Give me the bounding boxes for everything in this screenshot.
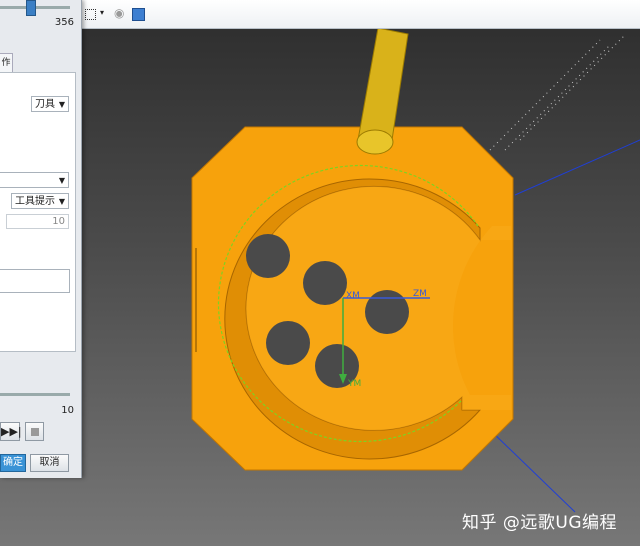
chevron-down-icon: ▼	[58, 197, 65, 206]
tool-display-value: 刀具	[35, 99, 55, 110]
text-field[interactable]	[0, 269, 70, 293]
display-mode-dropdown[interactable]: ▼	[0, 172, 69, 188]
cancel-button[interactable]: 取消	[30, 454, 69, 472]
chevron-down-icon[interactable]: ▾	[100, 8, 114, 22]
tooltip-value: 工具提示	[15, 196, 55, 207]
zm-label: ZM	[413, 289, 427, 299]
tool-display-dropdown[interactable]: 刀具 ▼	[31, 96, 69, 112]
selection-box-icon[interactable]	[85, 9, 96, 20]
playback-speed-value: 10	[61, 405, 74, 416]
eye-icon[interactable]: ◉	[114, 6, 128, 20]
view-toolbar: ▾ ◉	[80, 0, 640, 29]
fast-forward-button[interactable]: ▶▶|	[0, 422, 22, 441]
cube-icon[interactable]	[132, 8, 145, 21]
slider-thumb[interactable]	[26, 0, 36, 16]
ym-label: YM	[348, 379, 362, 389]
graphics-viewport[interactable]: XM ZM YM 知乎 @远歌UG编程	[0, 0, 640, 546]
simulation-dialog: 356 作 刀具 ▼ ▼ 工具提示 ▼ 10 10 ▶▶| 确定 取消	[0, 0, 82, 478]
options-group: 刀具 ▼ ▼ 工具提示 ▼ 10	[0, 72, 76, 352]
watermark-text: 知乎 @远歌UG编程	[462, 513, 618, 533]
tooltip-dropdown[interactable]: 工具提示 ▼	[11, 193, 69, 209]
tab-settings[interactable]: 作	[0, 53, 13, 73]
stop-icon	[30, 428, 39, 436]
stop-button[interactable]	[25, 422, 44, 441]
machining-scene	[191, 27, 640, 513]
xm-label: XM	[346, 291, 360, 301]
chevron-down-icon: ▼	[58, 176, 65, 185]
fast-forward-icon: ▶▶|	[1, 425, 22, 438]
slider-value: 356	[54, 17, 74, 28]
ok-button[interactable]: 确定	[0, 454, 26, 472]
tooltip-count-field[interactable]: 10	[6, 214, 69, 229]
chevron-down-icon: ▼	[58, 100, 65, 109]
playback-speed-slider[interactable]	[0, 393, 70, 396]
